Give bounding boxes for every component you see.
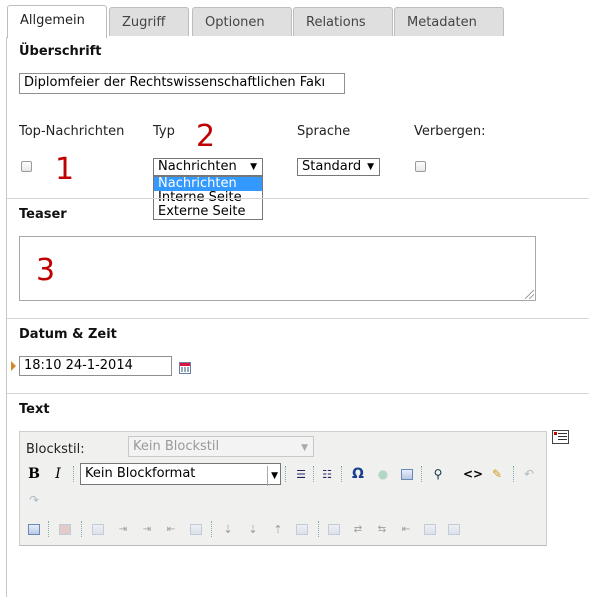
insert-table-icon[interactable]	[26, 521, 42, 537]
type-option-nachrichten[interactable]: Nachrichten	[154, 177, 262, 191]
dropdown-arrow-icon: ▼	[367, 162, 374, 172]
insert-row-after-icon[interactable]: ⇥	[139, 521, 155, 537]
blockstyle-label: Blockstil:	[26, 442, 85, 457]
italic-icon[interactable]: I	[50, 466, 66, 482]
web-link-icon[interactable]: ●	[375, 466, 391, 482]
tab-metadaten[interactable]: Metadaten	[394, 7, 504, 36]
annotation-3: 3	[36, 253, 56, 288]
heading-input[interactable]: Diplomfeier der Rechtswissenschaftlichen…	[19, 73, 345, 94]
hide-label: Verbergen:	[414, 124, 486, 139]
teaser-textarea[interactable]	[19, 236, 536, 301]
cell-props-icon[interactable]	[326, 521, 342, 537]
teaser-label: Teaser	[19, 207, 67, 222]
annotation-1: 1	[55, 152, 75, 187]
type-select[interactable]: Nachrichten ▼	[153, 158, 263, 176]
delete-row-icon[interactable]: ⇤	[163, 521, 179, 537]
dropdown-arrow-icon: ▼	[301, 443, 308, 453]
split-cells-icon[interactable]: ⇆	[374, 521, 390, 537]
table-icon[interactable]	[399, 466, 415, 482]
section-divider	[7, 198, 589, 199]
tab-label: Zugriff	[122, 15, 166, 30]
toolbar-separator	[211, 521, 213, 537]
required-marker-icon	[11, 361, 16, 371]
toolbar-separator	[285, 466, 287, 482]
delete-col-icon[interactable]: ⇡	[270, 521, 286, 537]
language-select[interactable]: Standard ▼	[297, 158, 380, 176]
table-border-icon[interactable]	[446, 521, 462, 537]
split-row-icon[interactable]	[188, 521, 204, 537]
language-label: Sprache	[297, 124, 351, 139]
toolbar-separator	[48, 521, 50, 537]
tab-label: Metadaten	[407, 15, 477, 30]
tab-label: Relations	[306, 15, 366, 30]
ordered-list-icon[interactable]: ☰	[293, 466, 309, 482]
cleanup-brush-icon[interactable]: ✎	[489, 466, 505, 482]
text-label: Text	[19, 402, 50, 417]
toggle-editor-icon[interactable]	[552, 430, 569, 444]
dropdown-arrow-icon: ▼	[267, 466, 278, 486]
toolbar-separator	[81, 521, 83, 537]
type-label: Typ	[153, 124, 175, 139]
blockstyle-value: Kein Blockstil	[133, 439, 220, 454]
toolbar-separator	[341, 466, 343, 482]
blockformat-value: Kein Blockformat	[85, 466, 196, 481]
bold-icon[interactable]: B	[26, 466, 42, 482]
blockformat-select[interactable]: Kein Blockformat ▼	[80, 463, 281, 486]
table-layout-icon[interactable]	[422, 521, 438, 537]
source-code-icon[interactable]: <>	[463, 466, 483, 482]
resize-grip-icon[interactable]	[525, 290, 534, 299]
datetime-input[interactable]: 18:10 24-1-2014	[19, 356, 172, 376]
language-select-value: Standard	[302, 159, 362, 174]
merge-cells-icon[interactable]: ⇄	[350, 521, 366, 537]
row-props-icon[interactable]	[90, 521, 106, 537]
top-news-checkbox[interactable]	[21, 161, 32, 172]
toolbar-separator	[318, 521, 320, 537]
insert-col-after-icon[interactable]: ⇣	[245, 521, 261, 537]
blockstyle-select[interactable]: Kein Blockstil ▼	[128, 436, 314, 457]
delete-cell-icon[interactable]: ⇤	[398, 521, 414, 537]
hide-checkbox[interactable]	[415, 161, 426, 172]
table-props-icon[interactable]	[57, 521, 73, 537]
type-select-value: Nachrichten	[158, 159, 237, 174]
unordered-list-icon[interactable]: ☷	[319, 466, 335, 482]
toolbar-separator	[313, 466, 315, 482]
heading-label: Überschrift	[19, 44, 102, 59]
undo-icon[interactable]: ↶	[521, 466, 537, 482]
tab-label: Allgemein	[20, 13, 85, 28]
tab-bar: Allgemein Zugriff Optionen Relations Met…	[0, 0, 589, 38]
tab-label: Optionen	[205, 15, 265, 30]
annotation-2: 2	[196, 119, 216, 154]
editor-content-area[interactable]	[19, 545, 547, 606]
tab-zugriff[interactable]: Zugriff	[109, 7, 189, 36]
tab-optionen[interactable]: Optionen	[192, 7, 292, 36]
toolbar-separator	[513, 466, 515, 482]
redo-icon[interactable]: ↷	[26, 492, 42, 508]
section-divider	[7, 393, 589, 394]
toolbar-separator	[421, 466, 423, 482]
find-replace-icon[interactable]: ⚲	[430, 466, 446, 482]
section-divider	[7, 318, 589, 319]
insert-col-before-icon[interactable]: ⇣	[220, 521, 236, 537]
type-option-externe-seite[interactable]: Externe Seite	[154, 205, 262, 219]
calendar-icon[interactable]	[179, 362, 191, 374]
tab-relations[interactable]: Relations	[293, 7, 393, 36]
tab-allgemein[interactable]: Allgemein	[7, 5, 107, 38]
top-news-label: Top-Nachrichten	[19, 124, 125, 139]
col-props-icon[interactable]	[294, 521, 310, 537]
special-char-icon[interactable]: Ω	[350, 466, 366, 482]
insert-row-before-icon[interactable]: ⇥	[115, 521, 131, 537]
toolbar-separator	[73, 466, 75, 482]
datetime-label: Datum & Zeit	[19, 327, 117, 342]
dropdown-arrow-icon: ▼	[250, 162, 257, 172]
